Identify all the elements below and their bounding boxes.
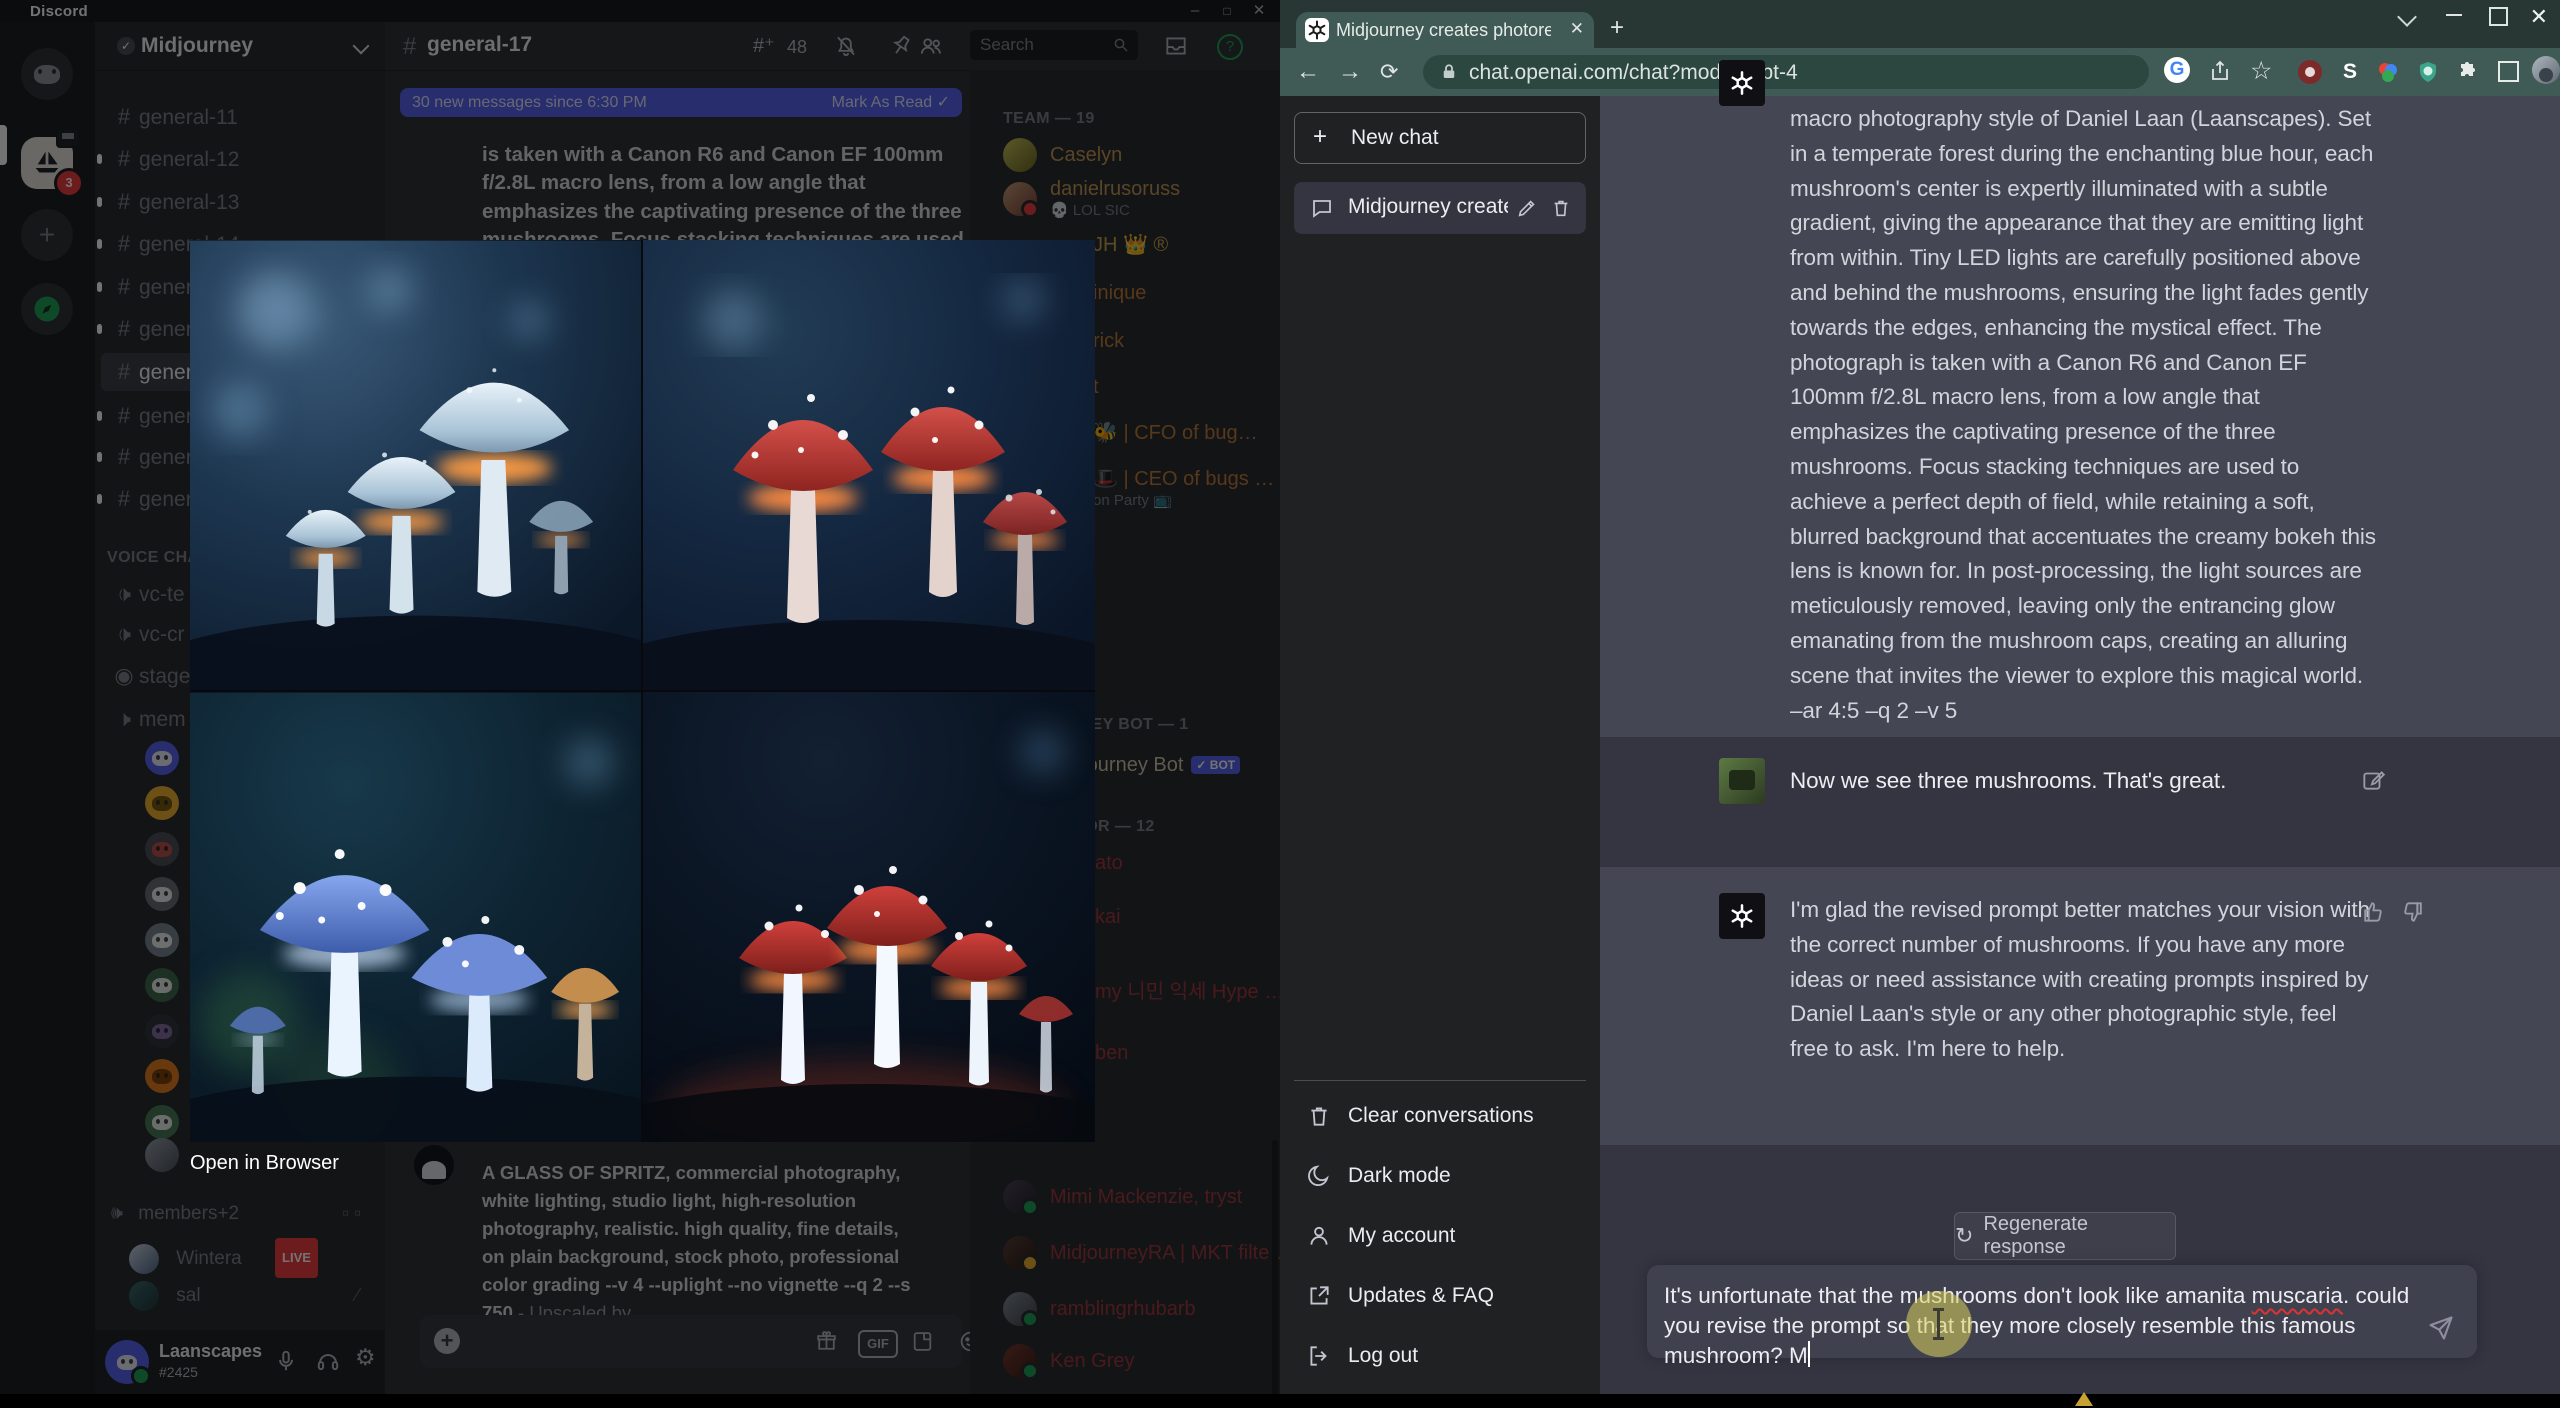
chat-input-text: It's unfortunate that the mushrooms don'… (1664, 1283, 2410, 1368)
new-chat-label: New chat (1351, 126, 1439, 149)
mushroom-image-quadrant-2[interactable] (643, 240, 1095, 690)
chat-history-item[interactable]: Midjourney creates pho (1294, 182, 1586, 234)
taskbar-peek-glyph (2075, 1392, 2093, 1406)
person-icon (1310, 1226, 1328, 1245)
assistant-message-text: I'm glad the revised prompt better match… (1790, 897, 2370, 1062)
chat-input-box[interactable]: It's unfortunate that the mushrooms don'… (1647, 1265, 2477, 1368)
clear-conversations-item[interactable]: Clear conversations (1294, 1093, 1586, 1139)
tab-title: Midjourney creates photorealisti (1336, 20, 1551, 40)
assistant-message-text: macro photography style of Daniel Laan (… (1790, 106, 2376, 723)
my-account-item[interactable]: My account (1294, 1213, 1586, 1259)
chrome-tab-strip: Midjourney creates photorealisti ✕ + ✕ (1280, 0, 2560, 48)
menu-label: Log out (1348, 1344, 1419, 1367)
extension-icon-1[interactable] (2298, 60, 2322, 84)
chrome-window: Midjourney creates photorealisti ✕ + ✕ ←… (1280, 0, 2560, 1394)
external-link-icon (1310, 1286, 1329, 1305)
extension-icon-4[interactable] (2416, 60, 2440, 84)
send-icon[interactable] (2427, 1314, 2455, 1342)
menu-label: Clear conversations (1348, 1104, 1534, 1127)
chrome-toolbar: ← → ⟳ chat.openai.com/chat?model=gpt-4 G… (1280, 48, 2560, 96)
assistant-message-block: macro photography style of Daniel Laan (… (1600, 60, 2560, 738)
edit-icon[interactable] (1516, 197, 1538, 219)
menu-label: Updates & FAQ (1348, 1284, 1494, 1307)
google-icon[interactable]: G (2164, 57, 2190, 83)
user-message-text: Now we see three mushrooms. That's great… (1790, 768, 2227, 793)
chatgpt-favicon (1305, 18, 1329, 42)
chatgpt-sidebar: + New chat Midjourney creates pho Clear … (1280, 96, 1600, 1394)
log-out-item[interactable]: Log out (1294, 1333, 1586, 1379)
bookmark-star-icon[interactable]: ☆ (2250, 56, 2272, 86)
edit-message-icon[interactable] (2360, 767, 2386, 793)
menu-label: My account (1348, 1224, 1456, 1247)
mushroom-image-quadrant-1[interactable] (190, 240, 641, 690)
window-minimize-button[interactable] (2446, 14, 2462, 16)
regenerate-label: Regenerate response (1983, 1213, 2088, 1258)
chatgpt-avatar (1719, 893, 1765, 939)
moon-icon (1308, 1165, 1329, 1187)
chatgpt-avatar (1719, 60, 1765, 106)
chat-bubble-icon (1313, 200, 1331, 218)
extensions-puzzle-icon[interactable] (2456, 60, 2480, 84)
avatar-face (2539, 68, 2553, 82)
logout-icon (1310, 1346, 1327, 1366)
window-close-button[interactable]: ✕ (2530, 4, 2548, 30)
window-maximize-button[interactable] (2489, 7, 2508, 26)
lock-icon (1443, 64, 1455, 78)
sidebar-toggle-icon[interactable] (2498, 61, 2519, 82)
text-caret (1807, 1341, 1810, 1367)
forward-button[interactable]: → (1338, 58, 1362, 86)
browser-tab-active[interactable]: Midjourney creates photorealisti ✕ (1296, 12, 1594, 48)
trash-icon (1311, 1107, 1327, 1126)
share-icon[interactable] (2208, 59, 2232, 83)
updates-faq-item[interactable]: Updates & FAQ (1294, 1273, 1586, 1319)
mushroom-image-quadrant-4[interactable] (643, 692, 1095, 1142)
screen: Discord – □ ✕ 3 + (0, 0, 2560, 1408)
discord-window: Discord – □ ✕ 3 + (0, 0, 1280, 1394)
tab-close-icon[interactable]: ✕ (1570, 19, 1584, 39)
assistant-message-block: I'm glad the revised prompt better match… (1600, 867, 2560, 1146)
image-lightbox: Open in Browser (190, 240, 1095, 1174)
regenerate-response-button[interactable]: ↻ Regenerate response (1954, 1212, 2176, 1260)
extension-glyph (2305, 67, 2315, 77)
thumbs-down-icon[interactable] (2400, 899, 2426, 925)
chat-history-title: Midjourney creates pho (1348, 195, 1508, 218)
thumbs-up-icon[interactable] (2360, 899, 2386, 925)
address-bar[interactable]: chat.openai.com/chat?model=gpt-4 (1423, 55, 2149, 89)
window-chevron-icon[interactable] (2397, 7, 2417, 27)
extension-icon-3[interactable] (2376, 60, 2400, 84)
user-avatar (1719, 758, 1765, 804)
misspelled-word: muscaria (2251, 1283, 2343, 1308)
screen-bottom-strip (0, 1394, 2560, 1408)
reload-button[interactable]: ⟳ (1380, 58, 1398, 86)
sidebar-divider (1294, 1080, 1586, 1081)
new-tab-button[interactable]: + (1610, 16, 1624, 40)
open-in-browser-link[interactable]: Open in Browser (190, 1152, 339, 1175)
plus-icon: + (1313, 123, 1328, 150)
cursor-highlight (1906, 1291, 1972, 1357)
profile-avatar[interactable] (2532, 56, 2560, 84)
text-cursor-icon (1933, 1308, 1944, 1340)
midjourney-image-grid[interactable] (190, 240, 1095, 1142)
mushroom-image-quadrant-3[interactable] (190, 692, 641, 1142)
user-message-block: Now we see three mushrooms. That's great… (1600, 737, 2560, 867)
refresh-icon: ↻ (1955, 1223, 1974, 1248)
chatgpt-main: macro photography style of Daniel Laan (… (1600, 60, 2560, 1394)
new-chat-button[interactable]: + New chat (1294, 112, 1586, 164)
extension-icon-2[interactable]: S (2338, 60, 2362, 84)
back-button[interactable]: ← (1296, 58, 1320, 86)
trash-icon[interactable] (1550, 197, 1572, 219)
dark-mode-item[interactable]: Dark mode (1294, 1153, 1586, 1199)
menu-label: Dark mode (1348, 1164, 1451, 1187)
avatar-art (1729, 770, 1755, 790)
